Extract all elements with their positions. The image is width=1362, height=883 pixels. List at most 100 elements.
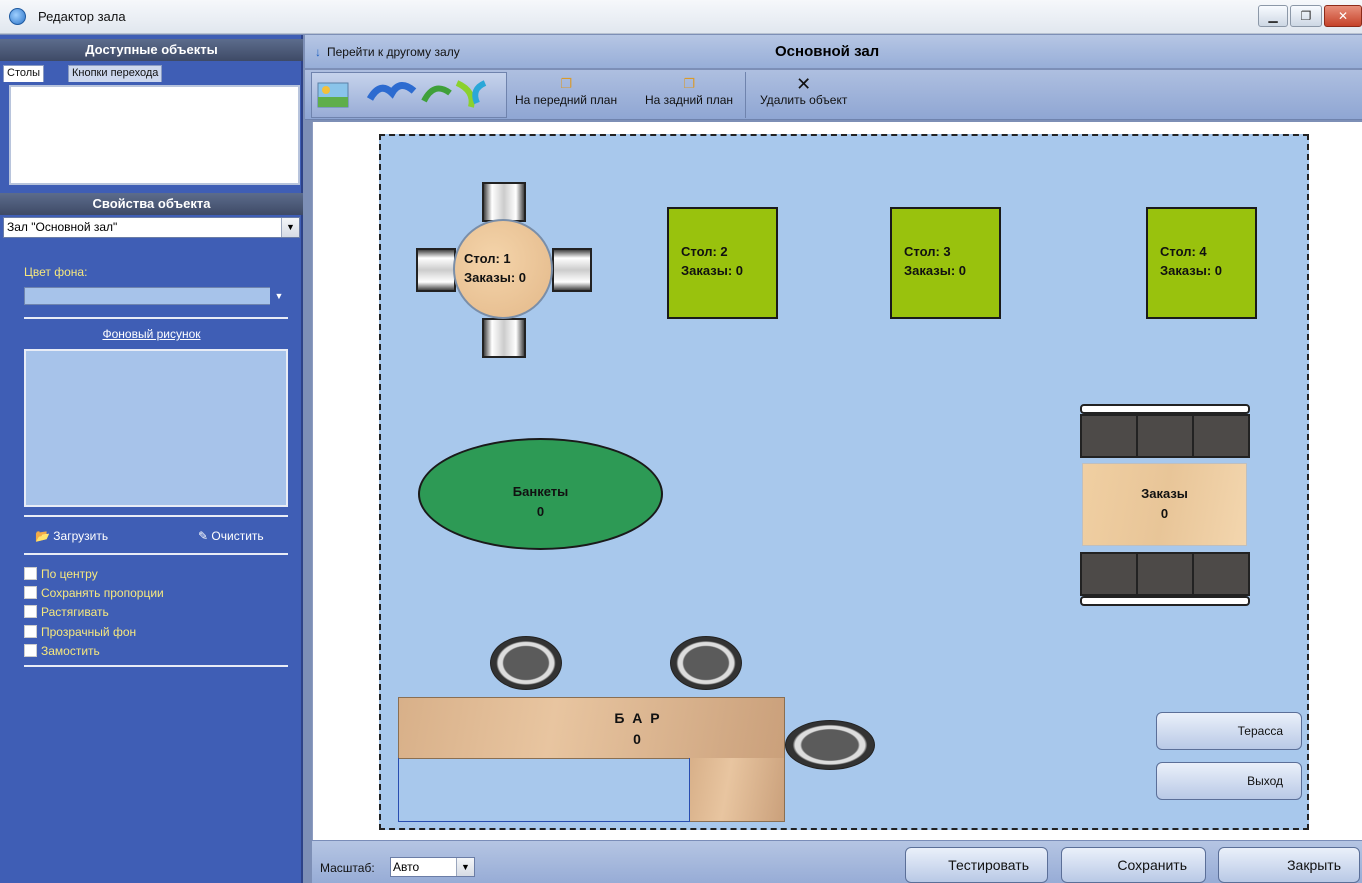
exit-button[interactable]: Выход [1156,762,1302,800]
bg-color-field[interactable] [24,287,288,305]
banket-count: 0 [536,504,545,519]
sofa-bottom [1072,552,1258,606]
bring-front-button[interactable]: ❐ На передний план [515,75,617,107]
clear-label: Очистить [211,529,264,543]
banket-table[interactable]: Банкеты 0 [418,438,663,550]
bg-color-label: Цвет фона: [24,265,88,279]
bring-front-label: На передний план [515,93,618,107]
option-transparent[interactable]: Прозрачный фон [24,625,136,640]
goto-hall-label: Перейти к другому залу [327,45,460,59]
bar-counter-side [689,758,785,822]
option-center[interactable]: По центру [24,567,98,582]
clear-button[interactable]: ✎ Очистить [198,529,264,543]
save-button[interactable]: Сохранить [1061,847,1206,883]
sofa-seat [1136,414,1194,458]
sofa-seat [1192,552,1250,596]
table-1[interactable]: Стол: 1 Заказы: 0 [416,182,592,358]
shape-tools-icon[interactable] [312,73,502,115]
delete-object-label: Удалить объект [760,93,848,107]
option-keep-proportions[interactable]: Сохранять пропорции [24,586,164,601]
bring-front-icon: ❐ [560,76,572,91]
bar-name: Б А Р [614,710,662,726]
sofa-seat [1192,414,1250,458]
load-button[interactable]: 📂 Загрузить [35,529,108,543]
sofa-seat [1136,552,1194,596]
checkbox[interactable] [24,586,37,599]
table-3[interactable]: Стол: 3 Заказы: 0 [890,207,1001,319]
chevron-down-icon[interactable]: ▼ [281,218,299,237]
arrow-down-icon: ↓ [315,45,321,59]
toolbar: ❐ На передний план ❐ На задний план ✕ Уд… [305,70,1362,120]
object-select-value: Зал "Основной зал" [7,220,118,234]
objects-list[interactable] [9,85,300,185]
goto-hall-link[interactable]: ↓ Перейти к другому залу [315,45,460,59]
checkbox[interactable] [24,605,37,618]
window-titlebar: Редактор зала ▁ ❐ ✕ [0,0,1362,34]
sofa-seat [1080,414,1138,458]
divider [24,553,288,555]
delete-object-button[interactable]: ✕ Удалить объект [760,75,847,107]
bar-count: 0 [633,731,643,747]
checkbox[interactable] [24,567,37,580]
eraser-icon: ✎ [198,529,209,543]
orders-label: Заказы: 0 [464,270,527,285]
chair [416,248,456,292]
bar-counter[interactable] [398,697,785,759]
minimize-button[interactable]: ▁ [1258,5,1288,27]
table-label: Стол: 4 [1160,244,1207,259]
option-stretch[interactable]: Растягивать [24,605,109,620]
hall-title: Основной зал [775,43,880,60]
orders-table[interactable]: Заказы 0 [1082,463,1247,546]
bg-picture-link[interactable]: Фоновый рисунок [0,327,303,341]
checkbox[interactable] [24,625,37,638]
chair [552,248,592,292]
table-2[interactable]: Стол: 2 Заказы: 0 [667,207,778,319]
bar-stool [670,636,742,690]
send-back-icon: ❐ [683,76,695,91]
sofa-back [1080,404,1250,414]
close-button[interactable]: Закрыть [1218,847,1360,883]
close-window-button[interactable]: ✕ [1324,5,1362,27]
test-button[interactable]: Тестировать [905,847,1048,883]
window-title: Редактор зала [38,9,126,24]
object-properties-header: Свойства объекта [0,193,303,215]
left-panel: Доступные объекты Столы Кнопки перехода … [0,35,303,883]
object-select[interactable]: Зал "Основной зал" ▼ [3,217,300,238]
sofa-back [1080,596,1250,606]
send-back-button[interactable]: ❐ На задний план [645,75,733,107]
send-back-label: На задний план [645,93,734,107]
orders-table-count: 0 [1160,506,1169,521]
chair [482,318,526,358]
orders-table-label: Заказы [1141,486,1188,501]
chair [482,182,526,222]
option-label: Прозрачный фон [41,625,137,639]
tab-tables[interactable]: Столы [3,65,45,82]
maximize-button[interactable]: ❐ [1290,5,1322,27]
terrace-button[interactable]: Терасса [1156,712,1302,750]
sofa-top [1072,404,1258,458]
bar-stool [785,720,875,770]
chevron-down-icon[interactable]: ▼ [456,858,474,876]
toolbar-divider [745,72,746,118]
option-label: Замостить [41,644,100,658]
bar-inner-area [398,758,690,822]
scale-label: Масштаб: [320,861,375,875]
option-label: Сохранять пропорции [41,586,164,600]
folder-icon: 📂 [35,529,50,543]
table-label: Стол: 1 [464,251,511,266]
tab-nav-buttons[interactable]: Кнопки перехода [68,65,163,82]
option-label: По центру [41,567,98,581]
table-1-top: Стол: 1 Заказы: 0 [453,219,553,319]
scale-select[interactable]: Авто ▼ [390,857,475,877]
app-icon [9,8,26,25]
checkbox[interactable] [24,644,37,657]
hall-navbar: ↓ Перейти к другому залу Основной зал [305,35,1362,69]
option-tile[interactable]: Замостить [24,644,100,659]
bar-stool [490,636,562,690]
table-4[interactable]: Стол: 4 Заказы: 0 [1146,207,1257,319]
chevron-down-icon[interactable]: ▼ [270,287,288,305]
close-icon: ✕ [796,74,812,94]
bar-label: Б А Р 0 [598,708,678,750]
bg-picture-preview [24,349,288,507]
divider [24,665,288,667]
